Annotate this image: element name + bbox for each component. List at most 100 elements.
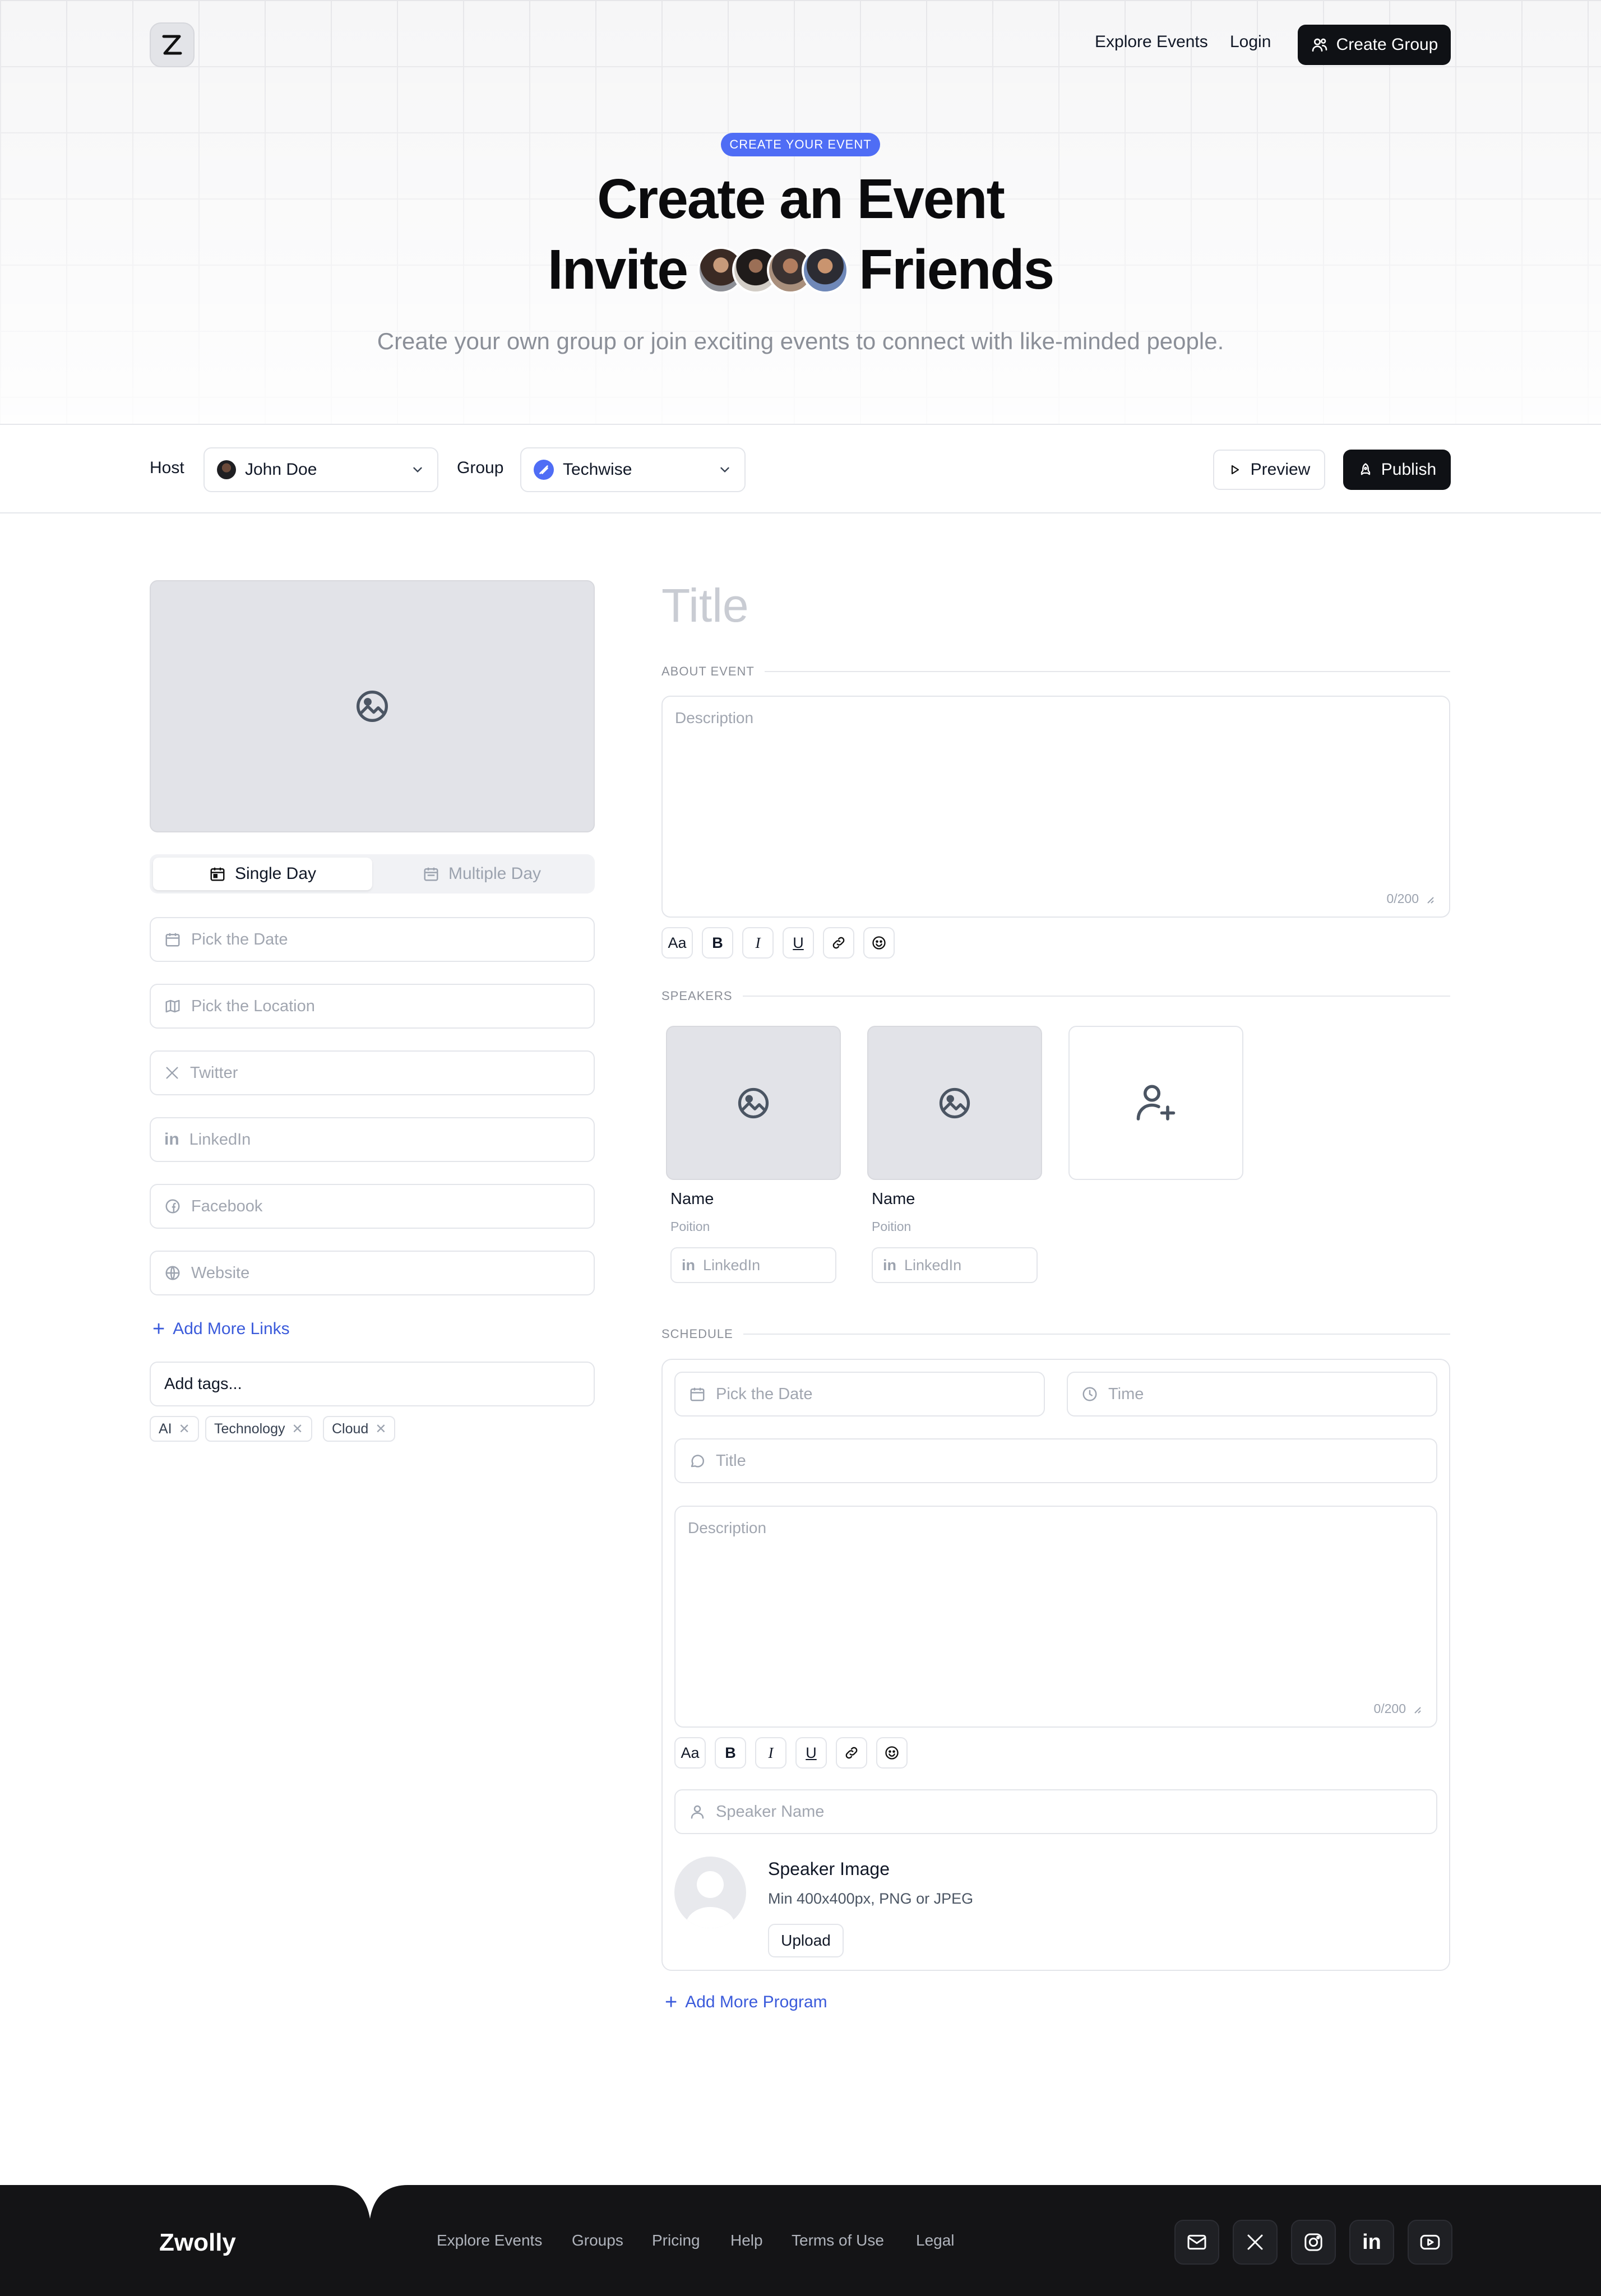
footer-brand[interactable]: Zwolly — [159, 2229, 236, 2257]
preview-button[interactable]: Preview — [1213, 450, 1325, 490]
underline-button[interactable]: U — [783, 927, 814, 959]
speaker-name-field[interactable]: Speaker Name — [674, 1789, 1437, 1834]
link-button[interactable] — [823, 927, 854, 959]
footer-link-groups[interactable]: Groups — [572, 2232, 623, 2249]
footer-link-pricing[interactable]: Pricing — [652, 2232, 700, 2249]
social-x-button[interactable] — [1233, 2220, 1278, 2265]
schedule-format-toolbar: Aa B I U — [674, 1737, 908, 1769]
add-speaker-button[interactable] — [1068, 1026, 1243, 1180]
twitter-field[interactable]: Twitter — [150, 1050, 595, 1095]
tag-chip: AI ✕ — [150, 1416, 199, 1442]
about-event-label: ABOUT EVENT — [661, 664, 755, 678]
speaker-name[interactable]: Name — [872, 1190, 915, 1209]
add-more-links-button[interactable]: + Add More Links — [152, 1318, 290, 1340]
event-date-field[interactable]: Pick the Date — [150, 917, 595, 962]
group-select[interactable]: Techwise — [520, 447, 746, 492]
create-group-button[interactable]: Create Group — [1298, 25, 1451, 65]
text-style-icon: Aa — [668, 934, 687, 951]
youtube-icon — [1420, 2234, 1440, 2250]
app-logo[interactable] — [150, 22, 195, 67]
event-description-textarea[interactable]: Description 0/200 — [661, 696, 1450, 918]
section-divider — [742, 996, 1450, 997]
underline-button[interactable]: U — [795, 1737, 827, 1769]
linkedin-icon: in — [1362, 2230, 1381, 2254]
event-cover-upload[interactable] — [150, 580, 595, 832]
tag-chip: Technology ✕ — [205, 1416, 312, 1442]
emoji-icon — [872, 936, 886, 950]
social-youtube-button[interactable] — [1408, 2220, 1452, 2265]
speakers-section-label: SPEAKERS — [661, 988, 1450, 1004]
website-field[interactable]: Website — [150, 1251, 595, 1295]
description-format-toolbar: Aa B I U — [661, 927, 895, 959]
char-count-text: 0/200 — [1373, 1701, 1406, 1716]
remove-tag-icon[interactable]: ✕ — [291, 1421, 303, 1437]
underline-icon: U — [793, 934, 804, 951]
footer-link-help[interactable]: Help — [730, 2232, 763, 2249]
facebook-field[interactable]: Facebook — [150, 1184, 595, 1229]
footer-link-terms[interactable]: Terms of Use — [792, 2232, 884, 2249]
footer-link-legal[interactable]: Legal — [916, 2232, 955, 2249]
chevron-down-icon — [720, 467, 729, 473]
link-button[interactable] — [836, 1737, 867, 1769]
char-counter: 0/200 — [1373, 1701, 1422, 1716]
section-divider — [764, 671, 1450, 672]
schedule-date-field[interactable]: Pick the Date — [674, 1372, 1045, 1417]
linkedin-icon: in — [164, 1130, 179, 1149]
speaker-name[interactable]: Name — [670, 1190, 714, 1209]
remove-tag-icon[interactable]: ✕ — [179, 1421, 190, 1437]
twitter-placeholder: Twitter — [190, 1063, 238, 1082]
italic-button[interactable]: I — [755, 1737, 786, 1769]
text-style-button[interactable]: Aa — [674, 1737, 706, 1769]
group-logo-icon — [534, 460, 554, 480]
bold-button[interactable]: B — [715, 1737, 746, 1769]
emoji-button[interactable] — [863, 927, 895, 959]
schedule-date-placeholder: Pick the Date — [716, 1385, 813, 1403]
clock-icon — [1082, 1387, 1097, 1401]
bold-button[interactable]: B — [702, 927, 733, 959]
remove-tag-icon[interactable]: ✕ — [375, 1421, 386, 1437]
speaker-photo-upload[interactable] — [666, 1026, 841, 1180]
add-more-program-button[interactable]: + Add More Program — [665, 1992, 827, 2013]
publish-button[interactable]: Publish — [1343, 450, 1451, 490]
schedule-time-placeholder: Time — [1108, 1385, 1144, 1403]
nav-login[interactable]: Login — [1230, 33, 1271, 52]
social-instagram-button[interactable] — [1291, 2220, 1336, 2265]
multiple-day-tab[interactable]: Multiple Day — [372, 858, 591, 890]
italic-button[interactable]: I — [742, 927, 774, 959]
resize-handle-icon[interactable] — [1424, 894, 1435, 904]
schedule-time-field[interactable]: Time — [1067, 1372, 1437, 1417]
linkedin-field[interactable]: in LinkedIn — [150, 1117, 595, 1162]
speaker-position[interactable]: Poition — [670, 1219, 710, 1234]
host-select[interactable]: John Doe — [203, 447, 438, 492]
italic-icon: I — [755, 934, 761, 951]
speaker-position[interactable]: Poition — [872, 1219, 911, 1234]
emoji-button[interactable] — [876, 1737, 908, 1769]
single-day-tab[interactable]: Single Day — [153, 858, 372, 890]
event-title-input[interactable]: Title — [661, 578, 749, 633]
tags-input[interactable]: Add tags... — [150, 1362, 595, 1406]
speaker-linkedin-field[interactable]: in LinkedIn — [872, 1247, 1038, 1283]
user-icon — [691, 1805, 704, 1819]
upload-button[interactable]: Upload — [768, 1924, 844, 1957]
tag-label: AI — [159, 1420, 172, 1437]
social-mail-button[interactable] — [1174, 2220, 1219, 2265]
host-bar: Host John Doe Group Techwise Preview Pub… — [0, 426, 1601, 513]
text-style-button[interactable]: Aa — [661, 927, 693, 959]
schedule-title-field[interactable]: Title — [674, 1438, 1437, 1483]
nav-explore-events[interactable]: Explore Events — [1095, 33, 1208, 52]
social-linkedin-button[interactable]: in — [1349, 2220, 1394, 2265]
upload-label: Upload — [781, 1932, 831, 1949]
linkedin-icon: in — [883, 1256, 896, 1274]
resize-handle-icon[interactable] — [1412, 1704, 1422, 1714]
schedule-description-textarea[interactable]: Description 0/200 — [674, 1506, 1437, 1728]
speaker-photo-upload[interactable] — [867, 1026, 1042, 1180]
website-placeholder: Website — [191, 1263, 250, 1282]
event-location-field[interactable]: Pick the Location — [150, 984, 595, 1029]
speaker-linkedin-field[interactable]: in LinkedIn — [670, 1247, 836, 1283]
chevron-down-icon — [413, 467, 422, 473]
linkedin-icon: in — [682, 1256, 695, 1274]
footer-link-explore-events[interactable]: Explore Events — [437, 2232, 542, 2249]
plus-icon: + — [665, 1991, 678, 2014]
friend-avatar — [802, 246, 849, 294]
tag-label: Cloud — [332, 1420, 369, 1437]
